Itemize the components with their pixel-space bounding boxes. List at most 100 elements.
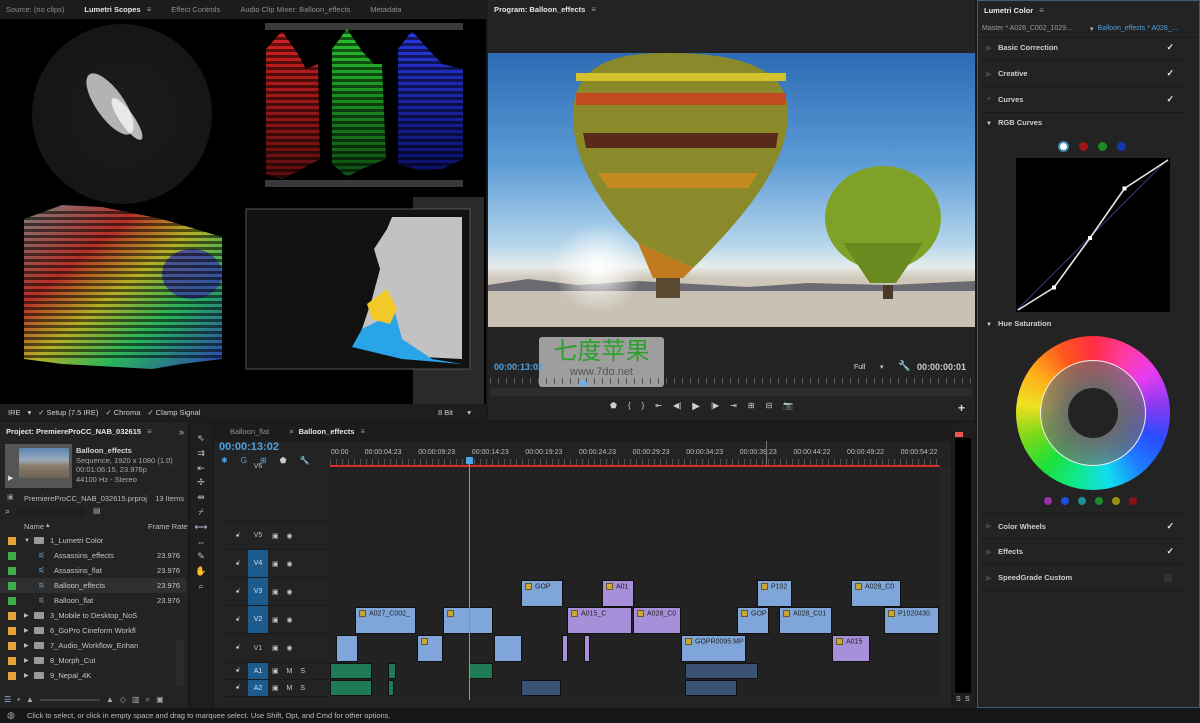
button-editor-add-icon[interactable]: + [958, 401, 965, 415]
enable-checkbox[interactable]: ✓ [1166, 546, 1174, 557]
project-item[interactable]: ⚟ Balloon_flat 23.976 [0, 593, 186, 608]
timeline-clip[interactable] [494, 635, 522, 662]
track-target-toggle[interactable]: V6 [248, 463, 268, 517]
slide-tool-icon[interactable]: ⇔ [194, 536, 208, 549]
add-marker-icon[interactable]: ⬟ [280, 456, 287, 465]
panel-menu-icon[interactable]: ≡ [1039, 6, 1044, 15]
timeline-clip[interactable]: A028_C0 [851, 580, 901, 607]
hue-saturation-wheel[interactable] [1016, 336, 1170, 490]
track-mute-solo-buttons[interactable]: ▣ M S [272, 684, 308, 692]
timeline-clip[interactable] [562, 635, 568, 662]
clamp-signal-checkbox[interactable]: ✓ Clamp Signal [147, 408, 200, 417]
panel-menu-icon[interactable]: ≡ [147, 427, 152, 436]
section-effects[interactable]: ▶ Effects ✓ [980, 539, 1186, 565]
section-speedgrade-custom[interactable]: ▶ SpeedGrade Custom [980, 565, 1186, 591]
search-icon[interactable]: ⌕ [5, 506, 10, 517]
lock-icon[interactable]: 🔓︎ [236, 616, 240, 623]
sort-ascending-icon[interactable]: ▴ [46, 521, 50, 529]
step-forward-button[interactable]: |▶ [711, 401, 719, 412]
section-color-wheels[interactable]: ▶ Color Wheels ✓ [980, 513, 1186, 539]
automate-icon[interactable]: ▥ [132, 695, 140, 704]
play-button[interactable]: ▶ [692, 401, 700, 412]
lock-icon[interactable]: 🔓︎ [236, 685, 240, 692]
chroma-checkbox[interactable]: ✓ Chroma [105, 408, 140, 417]
step-back-button[interactable]: ◀| [673, 401, 681, 412]
hue-saturation-header[interactable]: ▼ Hue Saturation [986, 319, 1051, 328]
timeline-clip[interactable]: A028_C0 [633, 607, 681, 634]
label-color-swatch[interactable] [8, 551, 16, 560]
project-scrollbar[interactable] [176, 640, 184, 686]
setup-checkbox[interactable]: ✓ Setup (7.5 IRE) [38, 408, 98, 417]
panel-menu-icon[interactable]: ≡ [147, 5, 152, 14]
zoom-large-icon[interactable]: ▲ [106, 695, 114, 704]
timeline-clip[interactable] [336, 635, 358, 662]
enable-checkbox[interactable]: ✓ [1166, 521, 1174, 532]
track-target-toggle[interactable]: A1 [248, 663, 268, 679]
scale-select[interactable]: IRE [8, 408, 21, 417]
timeline-clip[interactable]: A015 [832, 635, 870, 662]
go-to-in-button[interactable]: ⇤ [655, 401, 662, 412]
track-target-toggle[interactable]: V1 [248, 634, 268, 662]
selection-tool-icon[interactable]: ⇖ [194, 432, 208, 445]
enable-checkbox[interactable]: ✓ [1166, 68, 1174, 79]
sequence-thumbnail[interactable]: ▶ [5, 444, 72, 488]
twirl-right-icon[interactable]: ▶ [980, 44, 998, 52]
twirl-right-icon[interactable]: ▶ [24, 657, 34, 664]
mark-in-button[interactable]: { [628, 401, 631, 412]
hue-preset-dot[interactable] [1077, 497, 1086, 505]
project-item[interactable]: ▼ 1_Lumetri Color [0, 533, 186, 548]
tab-balloon-effects[interactable]: × Balloon_effects ≡ [289, 427, 365, 436]
label-color-swatch[interactable] [8, 536, 16, 545]
play-thumbnail-icon[interactable]: ▶ [8, 474, 13, 482]
audio-clip[interactable] [469, 663, 493, 679]
close-tab-icon[interactable]: × [289, 427, 293, 436]
audio-clip[interactable] [388, 680, 394, 696]
twirl-right-icon[interactable]: ▶ [24, 642, 34, 649]
tab-project[interactable]: Project: PremiereProCC_NAB_032615 ≡ [6, 427, 152, 436]
timeline-clip[interactable]: P1020430. [884, 607, 939, 634]
project-item[interactable]: ▶ 3_Mobile to Desktop_NoS [0, 608, 186, 623]
audio-clip[interactable] [330, 663, 372, 679]
track-target-toggle[interactable]: V5 [248, 522, 268, 549]
timeline-clip[interactable]: P102 [757, 580, 792, 607]
program-timecode[interactable]: 00:00:13:02 [494, 362, 543, 372]
timeline-clip[interactable]: A01 [602, 580, 634, 607]
program-time-ruler[interactable] [490, 378, 972, 384]
tab-balloon-flat[interactable]: Balloon_flat [230, 427, 269, 436]
zoom-slider[interactable] [39, 698, 100, 701]
project-item[interactable]: ⚟ Balloon_effects 23.976 [0, 578, 186, 593]
panel-menu-icon[interactable]: ≡ [591, 5, 596, 14]
track-mute-solo-buttons[interactable]: ▣ M S [272, 667, 308, 675]
track-target-toggle[interactable]: A2 [248, 680, 268, 696]
timeline-clip[interactable]: GOPR0095.MP [681, 635, 746, 662]
mark-out-button[interactable]: } [642, 401, 645, 412]
twirl-right-icon[interactable]: ▶ [980, 522, 998, 530]
track-visibility-toggle[interactable]: ▣ ◉ [272, 560, 296, 568]
find-icon[interactable]: ⌕ [146, 695, 150, 705]
track-visibility-toggle[interactable]: ▣ ◉ [272, 616, 296, 624]
zoom-small-icon[interactable]: ▲ [26, 695, 34, 704]
timeline-clip[interactable] [443, 607, 493, 634]
tab-lumetri-scopes[interactable]: Lumetri Scopes ≡ [84, 5, 151, 14]
timeline-clip[interactable]: A015_C [567, 607, 632, 634]
extract-button[interactable]: ⊟ [766, 401, 773, 412]
add-marker-button[interactable]: ⬟ [610, 401, 617, 412]
channel-green-dot[interactable] [1098, 142, 1107, 151]
project-item[interactable]: ⚟ Assassins_effects 23.976 [0, 548, 186, 563]
channel-blue-dot[interactable] [1117, 142, 1126, 151]
timeline-clip[interactable]: GOP [521, 580, 563, 607]
new-bin-icon[interactable]: ▤ [93, 506, 101, 515]
curve-control-point[interactable] [1122, 186, 1127, 191]
resolution-select[interactable]: Full [854, 364, 865, 371]
twirl-down-icon[interactable]: ▼ [986, 121, 992, 127]
audio-clip[interactable] [388, 663, 396, 679]
solo-left-button[interactable]: S [956, 696, 961, 703]
hue-preset-dot[interactable] [1094, 497, 1103, 505]
lock-icon[interactable]: 🔓︎ [236, 532, 240, 539]
twirl-right-icon[interactable]: ▶ [24, 672, 34, 679]
go-to-out-button[interactable]: ⇥ [730, 401, 737, 412]
label-color-swatch[interactable] [8, 596, 16, 605]
column-frame-rate[interactable]: Frame Rate [148, 522, 188, 531]
label-color-swatch[interactable] [8, 671, 16, 680]
slip-tool-icon[interactable]: ⟷ [194, 521, 208, 534]
